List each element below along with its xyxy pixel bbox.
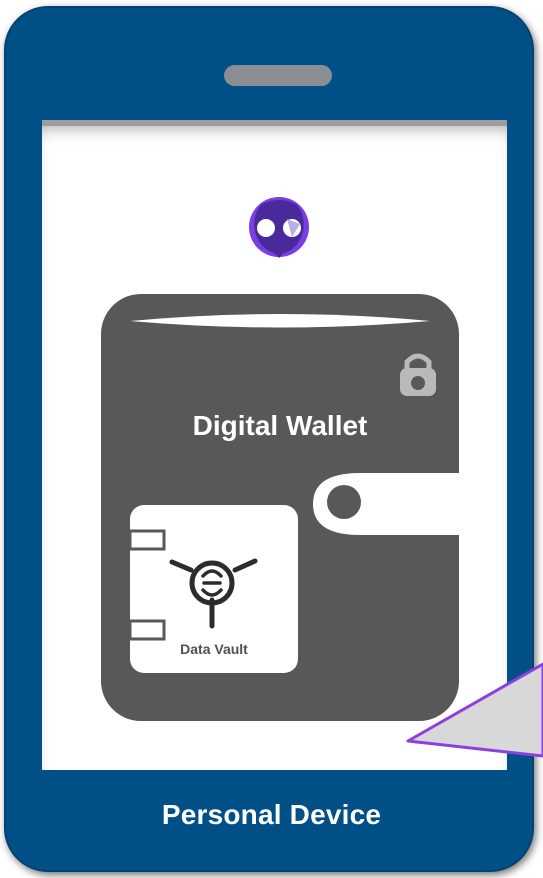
vault-label: Data Vault [180,641,248,657]
wallet-title: Digital Wallet [192,410,368,441]
diagram-stage: Digital Wallet Data Vault Personal Devic… [0,0,543,878]
owl-logo-icon [249,197,309,258]
device-label: Personal Device [161,799,382,830]
